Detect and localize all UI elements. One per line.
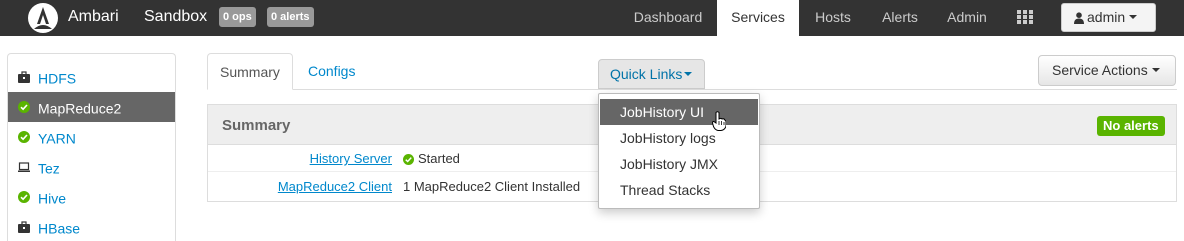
menu-item-jobhistory-logs[interactable]: JobHistory logs <box>600 125 758 151</box>
alerts-badge[interactable]: 0 alerts <box>267 7 314 27</box>
service-actions-button[interactable]: Service Actions <box>1038 55 1176 86</box>
user-menu-button[interactable]: admin <box>1061 3 1156 32</box>
history-server-status: Started <box>403 145 460 172</box>
sidebar-item-label: HDFS <box>38 70 77 87</box>
user-icon <box>1074 12 1084 24</box>
briefcase-icon <box>18 221 30 233</box>
quick-links-menu: JobHistory UI JobHistory logs JobHistory… <box>598 93 760 209</box>
service-actions-label: Service Actions <box>1052 62 1148 78</box>
mapreduce2-client-link[interactable]: MapReduce2 Client <box>278 173 392 200</box>
sidebar-item-label: HBase <box>38 220 81 237</box>
nav-alerts[interactable]: Alerts <box>869 0 931 36</box>
caret-down-icon <box>1151 68 1160 72</box>
status-text: Started <box>418 151 460 166</box>
tab-summary[interactable]: Summary <box>207 53 293 90</box>
sidebar-item-label: Hive <box>38 190 67 207</box>
tab-configs[interactable]: Configs <box>296 53 367 90</box>
brand-name[interactable]: Ambari <box>68 0 119 36</box>
ambari-logo-icon[interactable] <box>27 2 59 34</box>
briefcase-icon <box>18 71 30 83</box>
check-circle-icon <box>18 191 30 203</box>
sidebar-item-yarn[interactable]: YARN <box>8 122 175 152</box>
no-alerts-badge[interactable]: No alerts <box>1097 116 1165 136</box>
user-name: admin <box>1087 9 1126 25</box>
sidebar-item-label: Tez <box>38 160 60 177</box>
mapreduce2-client-status: 1 MapReduce2 Client Installed <box>403 179 581 194</box>
caret-down-icon <box>1129 15 1138 19</box>
services-sidebar: HDFS MapReduce2 YARN Tez Hive HBase <box>7 53 176 241</box>
sidebar-item-label: MapReduce2 <box>38 100 122 117</box>
history-server-link[interactable]: History Server <box>310 145 392 172</box>
ops-badge[interactable]: 0 ops <box>219 7 256 27</box>
top-navbar: Ambari Sandbox 0 ops 0 alerts Dashboard … <box>0 0 1184 36</box>
check-circle-icon <box>18 131 30 143</box>
sidebar-item-mapreduce2[interactable]: MapReduce2 <box>8 92 175 122</box>
menu-item-jobhistory-jmx[interactable]: JobHistory JMX <box>600 151 758 177</box>
cluster-name[interactable]: Sandbox <box>144 0 207 36</box>
nav-services[interactable]: Services <box>717 0 799 36</box>
check-circle-icon <box>403 154 414 165</box>
sidebar-item-label: YARN <box>38 130 76 147</box>
nav-admin[interactable]: Admin <box>936 0 998 36</box>
laptop-icon <box>18 162 30 172</box>
grid-icon[interactable] <box>1017 10 1034 25</box>
nav-dashboard[interactable]: Dashboard <box>622 0 714 36</box>
check-circle-icon <box>18 101 30 113</box>
nav-hosts[interactable]: Hosts <box>802 0 864 36</box>
hand-pointer-icon <box>712 111 726 131</box>
quick-links-label: Quick Links <box>610 66 683 82</box>
sidebar-item-tez[interactable]: Tez <box>8 152 175 182</box>
panel-title: Summary <box>222 117 291 134</box>
caret-down-icon <box>684 72 693 76</box>
sidebar-item-hive[interactable]: Hive <box>8 182 175 212</box>
menu-item-thread-stacks[interactable]: Thread Stacks <box>600 177 758 203</box>
sidebar-item-hbase[interactable]: HBase <box>8 212 175 241</box>
menu-item-jobhistory-ui[interactable]: JobHistory UI <box>600 99 758 125</box>
sidebar-item-hdfs[interactable]: HDFS <box>8 62 175 92</box>
quick-links-button[interactable]: Quick Links <box>598 59 705 89</box>
